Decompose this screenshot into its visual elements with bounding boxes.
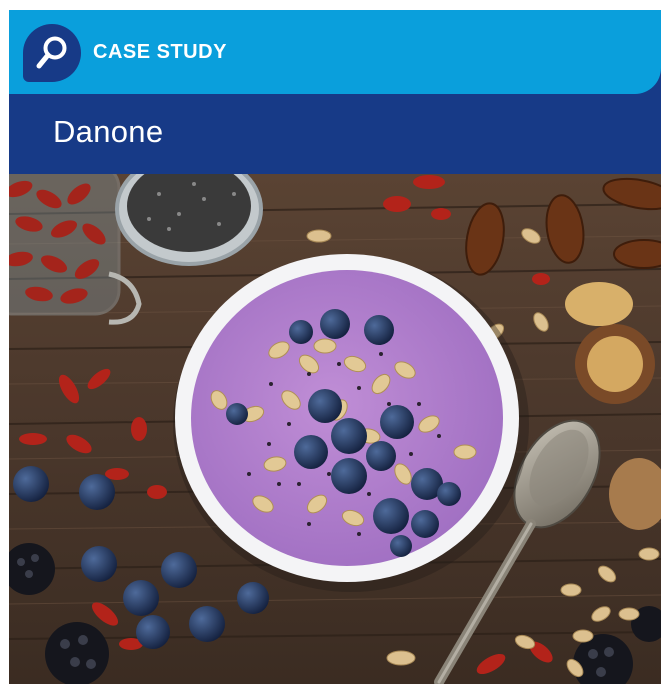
chia-bowl [115,174,263,266]
page-title: Danone [53,114,164,149]
search-badge [23,24,81,82]
case-study-label: CASE STUDY [93,41,227,63]
smoothie-bowl [173,254,529,592]
search-icon [36,36,67,69]
smoothie-bowl-photo [9,174,661,684]
case-study-card: CASE STUDY Danone [9,10,661,684]
